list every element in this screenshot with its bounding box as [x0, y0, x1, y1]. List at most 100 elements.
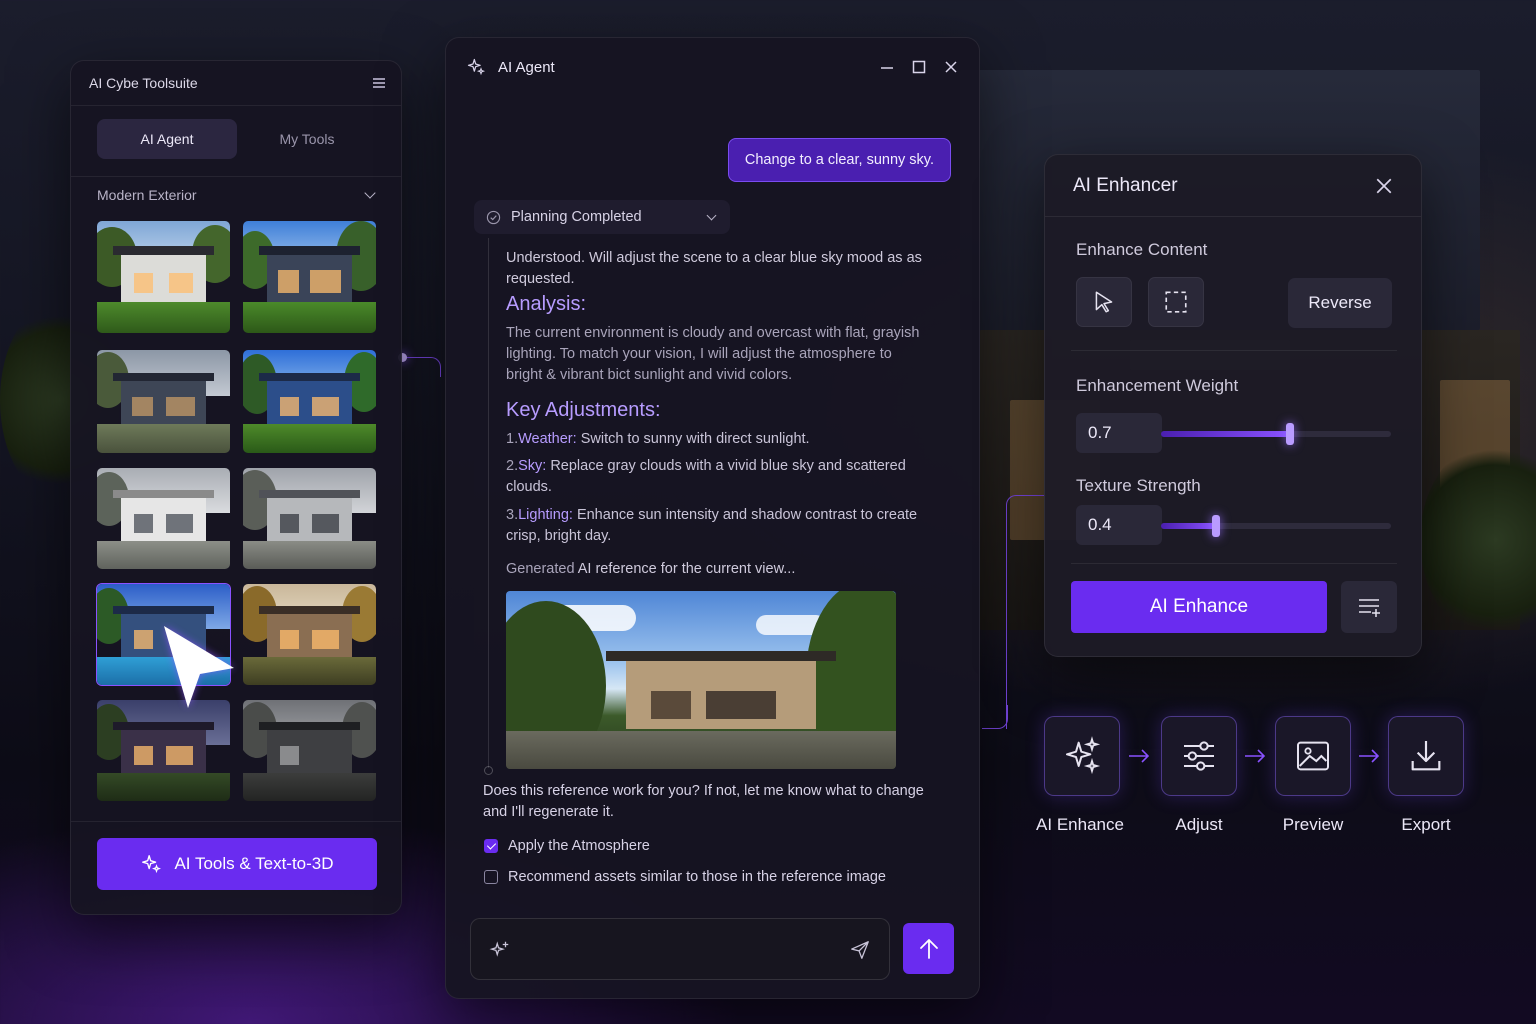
- enhancer-header: AI Enhancer: [1045, 155, 1421, 217]
- ai-enhance-button[interactable]: AI Enhance: [1071, 581, 1327, 633]
- analysis-text: The current environment is cloudy and ov…: [506, 325, 920, 383]
- chevron-down-icon: [706, 210, 717, 220]
- toolsuite-panel: AI Cybe Toolsuite AI Agent My Tools Mode…: [70, 60, 402, 915]
- slider-handle[interactable]: [1212, 515, 1221, 537]
- slider-fill: [1161, 523, 1217, 529]
- asset-thumbnail[interactable]: [97, 700, 230, 801]
- divider: [1071, 350, 1397, 351]
- asset-thumbnail[interactable]: [243, 350, 376, 453]
- enhance-options-button[interactable]: [1341, 581, 1397, 633]
- category-label: Modern Exterior: [97, 187, 197, 203]
- divider: [71, 821, 401, 822]
- magic-sparkle-icon[interactable]: [489, 939, 511, 961]
- agent-intro: Understood. Will adjust the scene to a c…: [506, 250, 922, 287]
- checkbox-unchecked[interactable]: [484, 870, 498, 884]
- marquee-select-button[interactable]: [1148, 277, 1204, 327]
- close-icon[interactable]: [943, 59, 959, 75]
- sparkles-icon: [142, 855, 162, 874]
- generated-caption: Generated AI reference for the current v…: [506, 561, 796, 577]
- asset-thumbnail[interactable]: [97, 221, 230, 333]
- workflow-label: Preview: [1282, 815, 1344, 834]
- workflow-label: AI Enhance: [1036, 815, 1124, 834]
- reverse-button[interactable]: Reverse: [1288, 278, 1392, 328]
- enhancer-title: AI Enhancer: [1073, 174, 1178, 196]
- workflow-label: Export: [1401, 815, 1451, 834]
- sliders-icon: [1184, 741, 1214, 771]
- divider: [1071, 563, 1397, 564]
- adjustment-item: 3.Lighting: Enhance sun intensity and sh…: [506, 507, 918, 544]
- agent-title: AI Agent: [498, 58, 555, 76]
- option-recommend-assets[interactable]: Recommend assets similar to those in the…: [484, 869, 886, 885]
- timeline-line: [488, 238, 489, 768]
- texture-strength-label: Texture Strength: [1076, 476, 1201, 495]
- user-message-bubble: Change to a clear, sunny sky.: [727, 138, 951, 182]
- asset-thumbnail[interactable]: [243, 221, 376, 333]
- slider-fill: [1161, 431, 1290, 437]
- marquee-select-icon: [1165, 291, 1187, 313]
- enhancement-weight-value[interactable]: 0.7: [1076, 413, 1162, 453]
- ai-tools-button[interactable]: AI Tools & Text-to-3D: [97, 838, 377, 890]
- chat-input[interactable]: [529, 933, 829, 967]
- image-icon: [1297, 741, 1329, 771]
- enhancement-weight-slider[interactable]: [1161, 423, 1391, 445]
- arrow-right-icon: [1359, 749, 1380, 763]
- generated-reference-image[interactable]: [506, 591, 896, 769]
- timeline-dot: [484, 766, 493, 775]
- slider-handle[interactable]: [1285, 423, 1294, 445]
- agent-header: AI Agent: [446, 38, 979, 96]
- minimize-icon[interactable]: [879, 59, 895, 75]
- planning-status-text: Planning Completed: [511, 209, 642, 225]
- option-apply-atmosphere[interactable]: Apply the Atmosphere: [484, 838, 650, 854]
- toolsuite-header: AI Cybe Toolsuite: [71, 61, 401, 106]
- asset-thumbnail[interactable]: [243, 700, 376, 801]
- adjustments-heading: Key Adjustments:: [506, 399, 661, 421]
- connector-line: [1006, 495, 1046, 729]
- download-icon: [1411, 741, 1441, 771]
- tab-my-tools[interactable]: My Tools: [237, 119, 377, 159]
- connector-line: [403, 357, 441, 377]
- sparkles-icon: [467, 58, 486, 76]
- workflow-step-adjust[interactable]: [1161, 716, 1237, 796]
- send-button[interactable]: [903, 923, 954, 974]
- window-controls: [879, 59, 959, 75]
- enhance-content-label: Enhance Content: [1076, 240, 1208, 259]
- toolsuite-tabs: AI Agent My Tools: [97, 119, 377, 159]
- toolsuite-title: AI Cybe Toolsuite: [89, 75, 198, 91]
- asset-thumbnail[interactable]: [243, 468, 376, 569]
- menu-icon[interactable]: [373, 78, 385, 88]
- adjustment-item: 1.Weather: Switch to sunny with direct s…: [506, 431, 810, 447]
- cursor-arrow-icon: [1095, 291, 1113, 313]
- arrow-right-icon: [1129, 749, 1150, 763]
- cursor-pointer-icon: [164, 626, 234, 708]
- select-tool-button[interactable]: [1076, 277, 1132, 327]
- asset-thumbnail[interactable]: [97, 468, 230, 569]
- texture-strength-value[interactable]: 0.4: [1076, 505, 1162, 545]
- workflow-step-ai-enhance[interactable]: [1044, 716, 1120, 796]
- arrow-up-icon: [919, 938, 938, 959]
- ai-tools-button-label: AI Tools & Text-to-3D: [174, 854, 334, 873]
- workflow-step-preview[interactable]: [1275, 716, 1351, 796]
- analysis-heading: Analysis:: [506, 293, 587, 315]
- close-icon[interactable]: [1375, 177, 1393, 195]
- workflow-step-export[interactable]: [1388, 716, 1464, 796]
- connector-line: [982, 705, 1008, 729]
- paper-plane-icon[interactable]: [849, 939, 871, 961]
- asset-thumbnail[interactable]: [243, 584, 376, 685]
- texture-strength-slider[interactable]: [1161, 515, 1391, 537]
- enhancement-weight-label: Enhancement Weight: [1076, 376, 1239, 395]
- maximize-icon[interactable]: [911, 59, 927, 75]
- arrow-right-icon: [1245, 749, 1266, 763]
- asset-thumbnail[interactable]: [97, 350, 230, 453]
- list-add-icon: [1359, 599, 1380, 617]
- category-dropdown[interactable]: Modern Exterior: [97, 187, 377, 203]
- divider: [71, 176, 401, 177]
- tab-ai-agent[interactable]: AI Agent: [97, 119, 237, 159]
- planning-status-dropdown[interactable]: Planning Completed: [474, 200, 730, 234]
- sparkles-icon: [1066, 736, 1101, 775]
- chevron-down-icon: [364, 187, 376, 199]
- workflow-label: Adjust: [1175, 815, 1223, 834]
- adjustment-item: 2.Sky: Replace gray clouds with a vivid …: [506, 458, 906, 495]
- check-circle-icon: [486, 210, 501, 224]
- agent-question: Does this reference work for you? If not…: [483, 783, 924, 820]
- checkbox-checked[interactable]: [484, 839, 498, 853]
